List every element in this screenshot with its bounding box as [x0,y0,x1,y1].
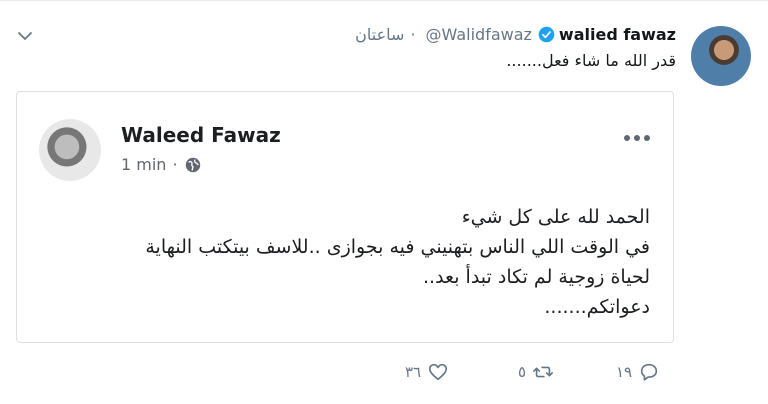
tweet-header: ساعتان · @Walidfawaz walied fawaz [355,22,676,46]
heart-icon [429,363,448,381]
chevron-down-icon[interactable] [17,28,33,44]
post-time: 1 min [121,155,167,174]
post-text-line: لحياة زوجية لم تكاد تبدأ بعد.. [423,266,650,288]
more-dots-icon[interactable] [623,134,651,142]
post-author-avatar [39,119,101,181]
post-meta: 1 min · [121,155,202,174]
globe-icon [185,157,200,172]
retweet-button[interactable]: ٥ [518,361,554,383]
reply-count: ١٩ [616,363,633,381]
tweet-text: قدر الله ما شاء فعل....... [506,51,676,70]
display-name[interactable]: walied fawaz [559,25,676,44]
reply-button[interactable]: ١٩ [616,361,660,383]
tweet-actions: ٣٦ ٥ ١٩ [400,361,690,385]
retweet-count: ٥ [518,363,527,381]
verified-badge-icon [538,26,555,42]
user-handle[interactable]: @Walidfawaz [426,25,532,44]
tweet: ساعتان · @Walidfawaz walied fawaz قدر ال… [0,0,768,404]
like-button[interactable]: ٣٦ [405,361,449,383]
retweet-icon [533,366,554,378]
reply-icon [640,363,658,381]
post-text-line: الحمد لله على كل شيء [461,206,650,228]
post-meta-separator: · [172,155,178,174]
time-separator: · [410,24,416,44]
post-text: الحمد لله على كل شيء في الوقت اللي الناس… [145,202,650,322]
tweet-time[interactable]: ساعتان [355,25,404,44]
embedded-facebook-post[interactable]: Waleed Fawaz 1 min · الحمد لله على كل شي… [16,91,674,343]
post-text-line: في الوقت اللي الناس بتهنيني فيه بجوازى .… [145,236,650,258]
post-text-line: دعواتكم....... [544,296,650,318]
post-author-name: Waleed Fawaz [121,123,281,147]
like-count: ٣٦ [405,363,422,381]
avatar[interactable] [691,26,751,86]
